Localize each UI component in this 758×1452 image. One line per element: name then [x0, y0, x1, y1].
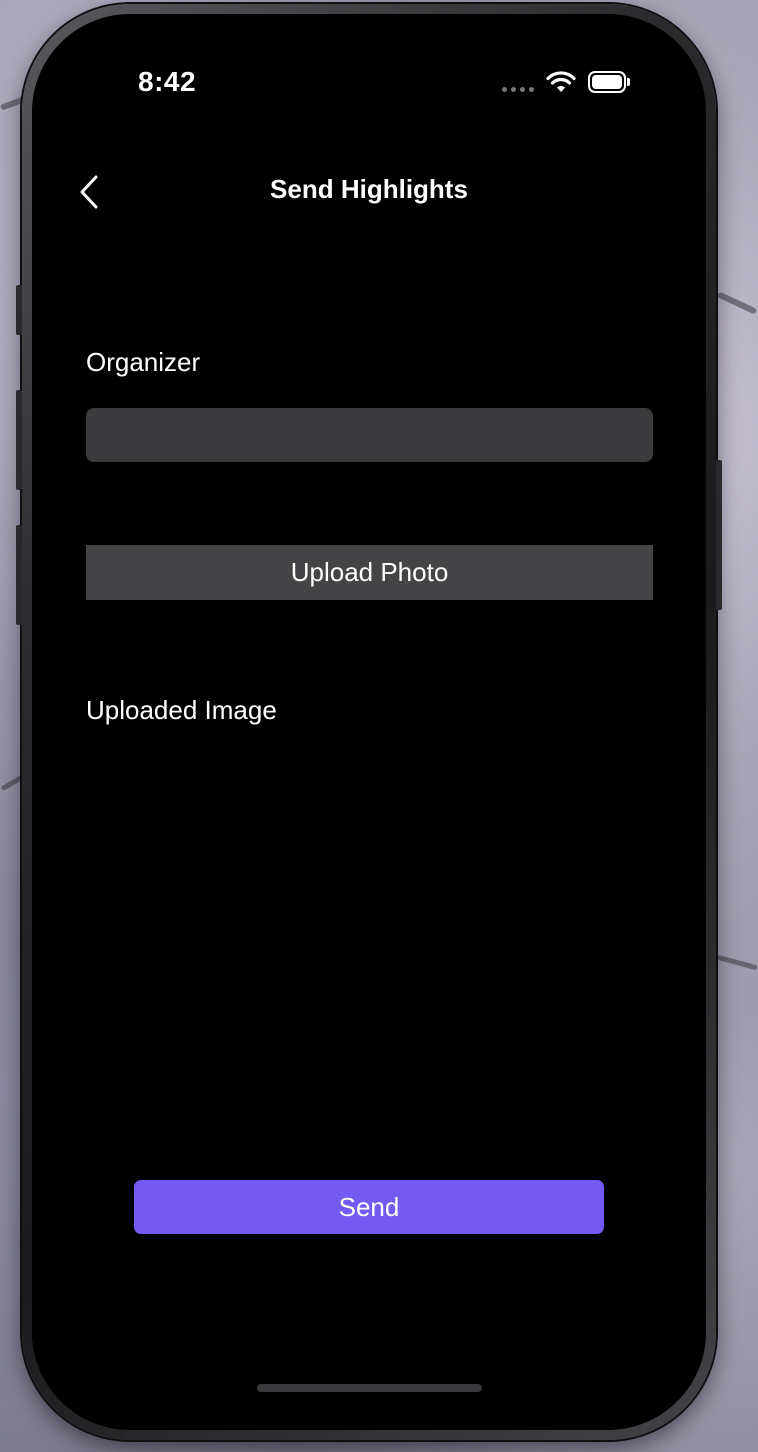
cellular-signal-icon: [502, 72, 534, 92]
wifi-icon: [546, 71, 576, 92]
app-screen: 8:42 Send Highlights Organizer Upload Ph…: [32, 14, 706, 1430]
volume-down-button: [16, 525, 22, 625]
battery-icon: [588, 71, 630, 93]
wallpaper-branch: [716, 954, 758, 971]
send-button[interactable]: Send: [134, 1180, 604, 1234]
power-button: [716, 460, 722, 610]
wallpaper-branch: [716, 291, 758, 315]
volume-up-button: [16, 390, 22, 490]
status-time: 8:42: [138, 66, 197, 97]
side-button: [16, 285, 22, 335]
page-title: Send Highlights: [270, 174, 468, 204]
status-icons: [502, 70, 630, 94]
organizer-input[interactable]: [86, 408, 653, 462]
upload-photo-button[interactable]: Upload Photo: [86, 545, 653, 600]
home-indicator[interactable]: [257, 1384, 482, 1392]
organizer-label: Organizer: [86, 347, 201, 377]
uploaded-image-label: Uploaded Image: [86, 695, 277, 725]
